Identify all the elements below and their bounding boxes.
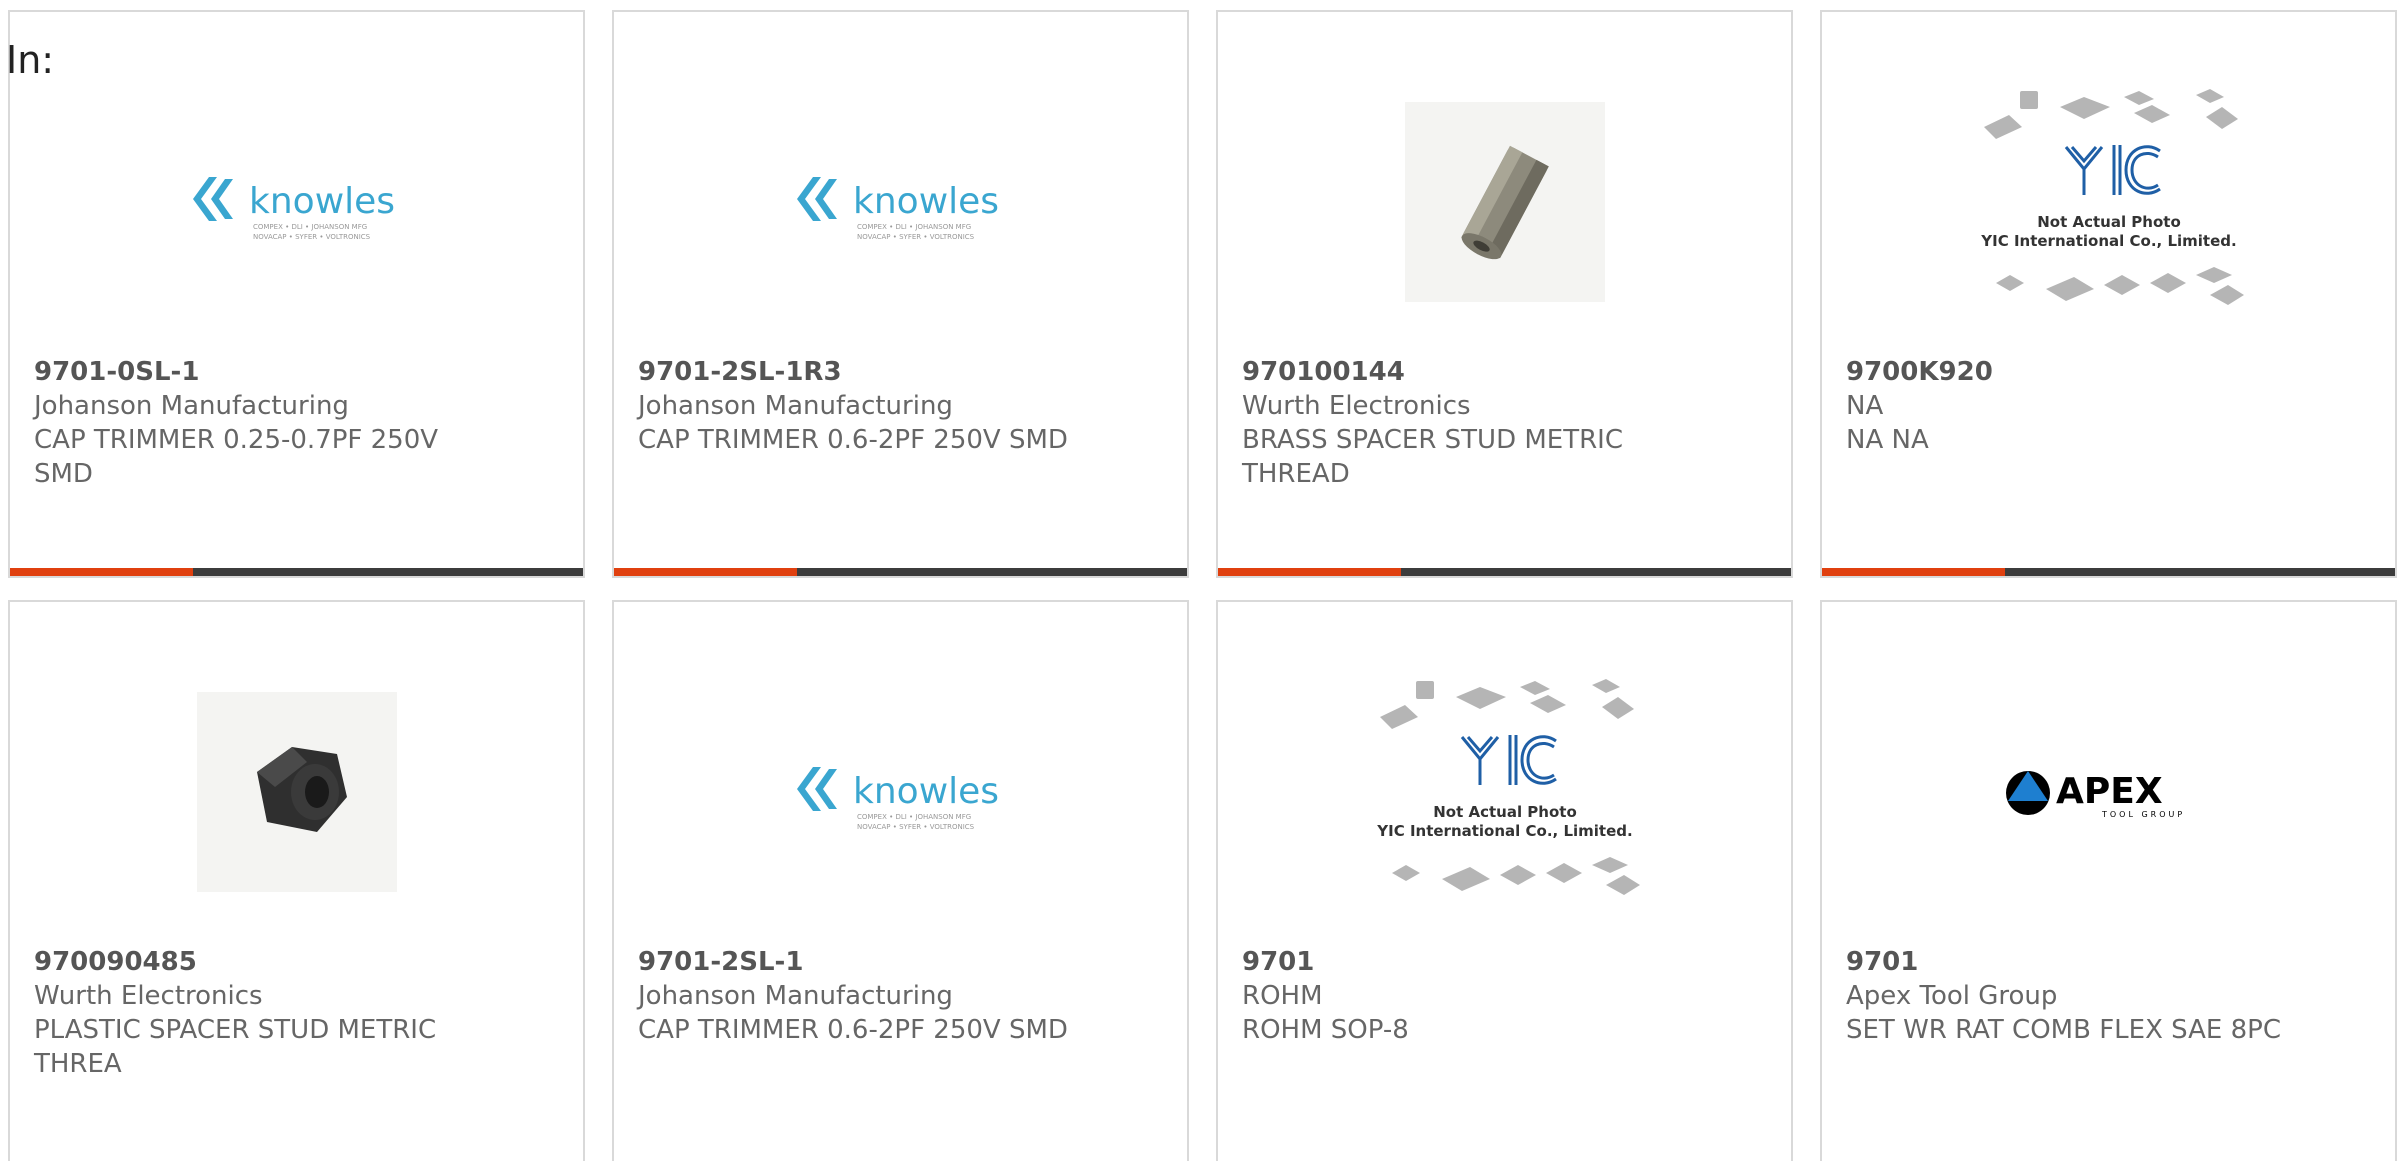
product-info: 9701-0SL-1 Johanson Manufacturing CAP TR… [34, 355, 559, 491]
knowles-logo-line2: NOVACAP • SYFER • VOLTRONICS [253, 233, 371, 241]
product-card[interactable]: Not Actual Photo YIC International Co., … [1216, 600, 1793, 1161]
yic-caption-line1: Not Actual Photo [2037, 213, 2181, 231]
knowles-logo-line1: COMPEX • DLI • JOHANSON MFG [857, 223, 971, 231]
product-card[interactable]: knowles COMPEX • DLI • JOHANSON MFG NOVA… [8, 10, 585, 578]
product-info: 9701-2SL-1R3 Johanson Manufacturing CAP … [638, 355, 1163, 457]
knowles-logo-icon: knowles COMPEX • DLI • JOHANSON MFG NOVA… [192, 177, 395, 241]
product-image[interactable]: knowles COMPEX • DLI • JOHANSON MFG NOVA… [614, 642, 1187, 942]
card-accent-bar [1218, 568, 1401, 576]
product-description: SET WR RAT COMB FLEX SAE 8PC [1846, 1015, 2281, 1045]
brass-spacer-icon [1404, 102, 1605, 302]
manufacturer-name: Wurth Electronics [34, 981, 263, 1011]
yic-placeholder-icon: Not Actual Photo YIC International Co., … [1376, 679, 1640, 895]
product-image[interactable]: Not Actual Photo YIC International Co., … [1218, 642, 1791, 942]
product-description: PLASTIC SPACER STUD METRIC THREA [34, 1015, 437, 1079]
card-bottom-bar [1822, 568, 2395, 576]
apex-logo-sub: TOOL GROUP [2101, 810, 2185, 819]
manufacturer-name: Johanson Manufacturing [638, 981, 953, 1011]
knowles-logo-icon: knowles COMPEX • DLI • JOHANSON MFG NOVA… [796, 767, 999, 831]
product-card[interactable]: 970100144 Wurth Electronics BRASS SPACER… [1216, 10, 1793, 578]
manufacturer-name: Johanson Manufacturing [34, 391, 349, 421]
knowles-logo-word: knowles [853, 181, 999, 222]
product-image[interactable]: Not Actual Photo YIC International Co., … [1822, 52, 2395, 352]
apex-logo-word: APEX [2056, 771, 2163, 812]
part-number[interactable]: 9701-2SL-1R3 [638, 355, 1163, 389]
product-description: BRASS SPACER STUD METRIC THREAD [1242, 425, 1623, 489]
product-info: 970090485 Wurth Electronics PLASTIC SPAC… [34, 945, 559, 1081]
yic-caption-line2: YIC International Co., Limited. [1376, 822, 1632, 840]
card-accent-bar [614, 568, 797, 576]
product-grid-page: In: knowles COMPEX • DLI • JOHANSON MFG … [0, 0, 2398, 1161]
card-bottom-bar [614, 568, 1187, 576]
yic-caption-line2: YIC International Co., Limited. [1980, 232, 2236, 250]
product-card[interactable]: knowles COMPEX • DLI • JOHANSON MFG NOVA… [612, 600, 1189, 1161]
plastic-spacer-icon [196, 692, 397, 892]
product-description: ROHM SOP-8 [1242, 1015, 1409, 1045]
product-info: 9700K920 NA NA NA [1846, 355, 2371, 457]
product-info: 9701-2SL-1 Johanson Manufacturing CAP TR… [638, 945, 1163, 1047]
apex-logo-icon: APEX TOOL GROUP [2005, 771, 2185, 819]
card-bottom-bar [10, 568, 583, 576]
manufacturer-name: ROHM [1242, 981, 1323, 1011]
product-info: 9701 ROHM ROHM SOP-8 [1242, 945, 1767, 1047]
product-image[interactable]: knowles COMPEX • DLI • JOHANSON MFG NOVA… [10, 52, 583, 352]
yic-caption-line1: Not Actual Photo [1433, 803, 1577, 821]
part-number[interactable]: 970100144 [1242, 355, 1767, 389]
in-label: In: [6, 38, 55, 82]
knowles-logo-word: knowles [249, 181, 395, 222]
product-description: NA NA [1846, 425, 1929, 455]
part-number[interactable]: 970090485 [34, 945, 559, 979]
part-number[interactable]: 9701-2SL-1 [638, 945, 1163, 979]
card-accent-bar [1822, 568, 2005, 576]
product-card[interactable]: Not Actual Photo YIC International Co., … [1820, 10, 2397, 578]
yic-placeholder-icon: Not Actual Photo YIC International Co., … [1980, 89, 2244, 305]
product-description: CAP TRIMMER 0.6-2PF 250V SMD [638, 425, 1068, 455]
card-accent-bar [10, 568, 193, 576]
knowles-logo-line1: COMPEX • DLI • JOHANSON MFG [857, 813, 971, 821]
product-card[interactable]: 970090485 Wurth Electronics PLASTIC SPAC… [8, 600, 585, 1161]
card-bottom-bar [1218, 568, 1791, 576]
manufacturer-name: NA [1846, 391, 1884, 421]
part-number[interactable]: 9701 [1242, 945, 1767, 979]
part-number[interactable]: 9701 [1846, 945, 2371, 979]
product-image[interactable]: APEX TOOL GROUP [1822, 642, 2395, 942]
knowles-logo-line2: NOVACAP • SYFER • VOLTRONICS [857, 233, 975, 241]
product-description: CAP TRIMMER 0.6-2PF 250V SMD [638, 1015, 1068, 1045]
product-card[interactable]: knowles COMPEX • DLI • JOHANSON MFG NOVA… [612, 10, 1189, 578]
part-number[interactable]: 9701-0SL-1 [34, 355, 559, 389]
product-info: 970100144 Wurth Electronics BRASS SPACER… [1242, 355, 1767, 491]
knowles-logo-line2: NOVACAP • SYFER • VOLTRONICS [857, 823, 975, 831]
product-image[interactable] [10, 642, 583, 942]
manufacturer-name: Wurth Electronics [1242, 391, 1471, 421]
knowles-logo-line1: COMPEX • DLI • JOHANSON MFG [253, 223, 367, 231]
knowles-logo-icon: knowles COMPEX • DLI • JOHANSON MFG NOVA… [796, 177, 999, 241]
product-image[interactable]: knowles COMPEX • DLI • JOHANSON MFG NOVA… [614, 52, 1187, 352]
knowles-logo-word: knowles [853, 771, 999, 812]
product-description: CAP TRIMMER 0.25-0.7PF 250V SMD [34, 425, 439, 489]
product-card[interactable]: APEX TOOL GROUP 9701 Apex Tool Group SET… [1820, 600, 2397, 1161]
product-info: 9701 Apex Tool Group SET WR RAT COMB FLE… [1846, 945, 2371, 1047]
manufacturer-name: Johanson Manufacturing [638, 391, 953, 421]
product-image[interactable] [1218, 52, 1791, 352]
manufacturer-name: Apex Tool Group [1846, 981, 2058, 1011]
part-number[interactable]: 9700K920 [1846, 355, 2371, 389]
